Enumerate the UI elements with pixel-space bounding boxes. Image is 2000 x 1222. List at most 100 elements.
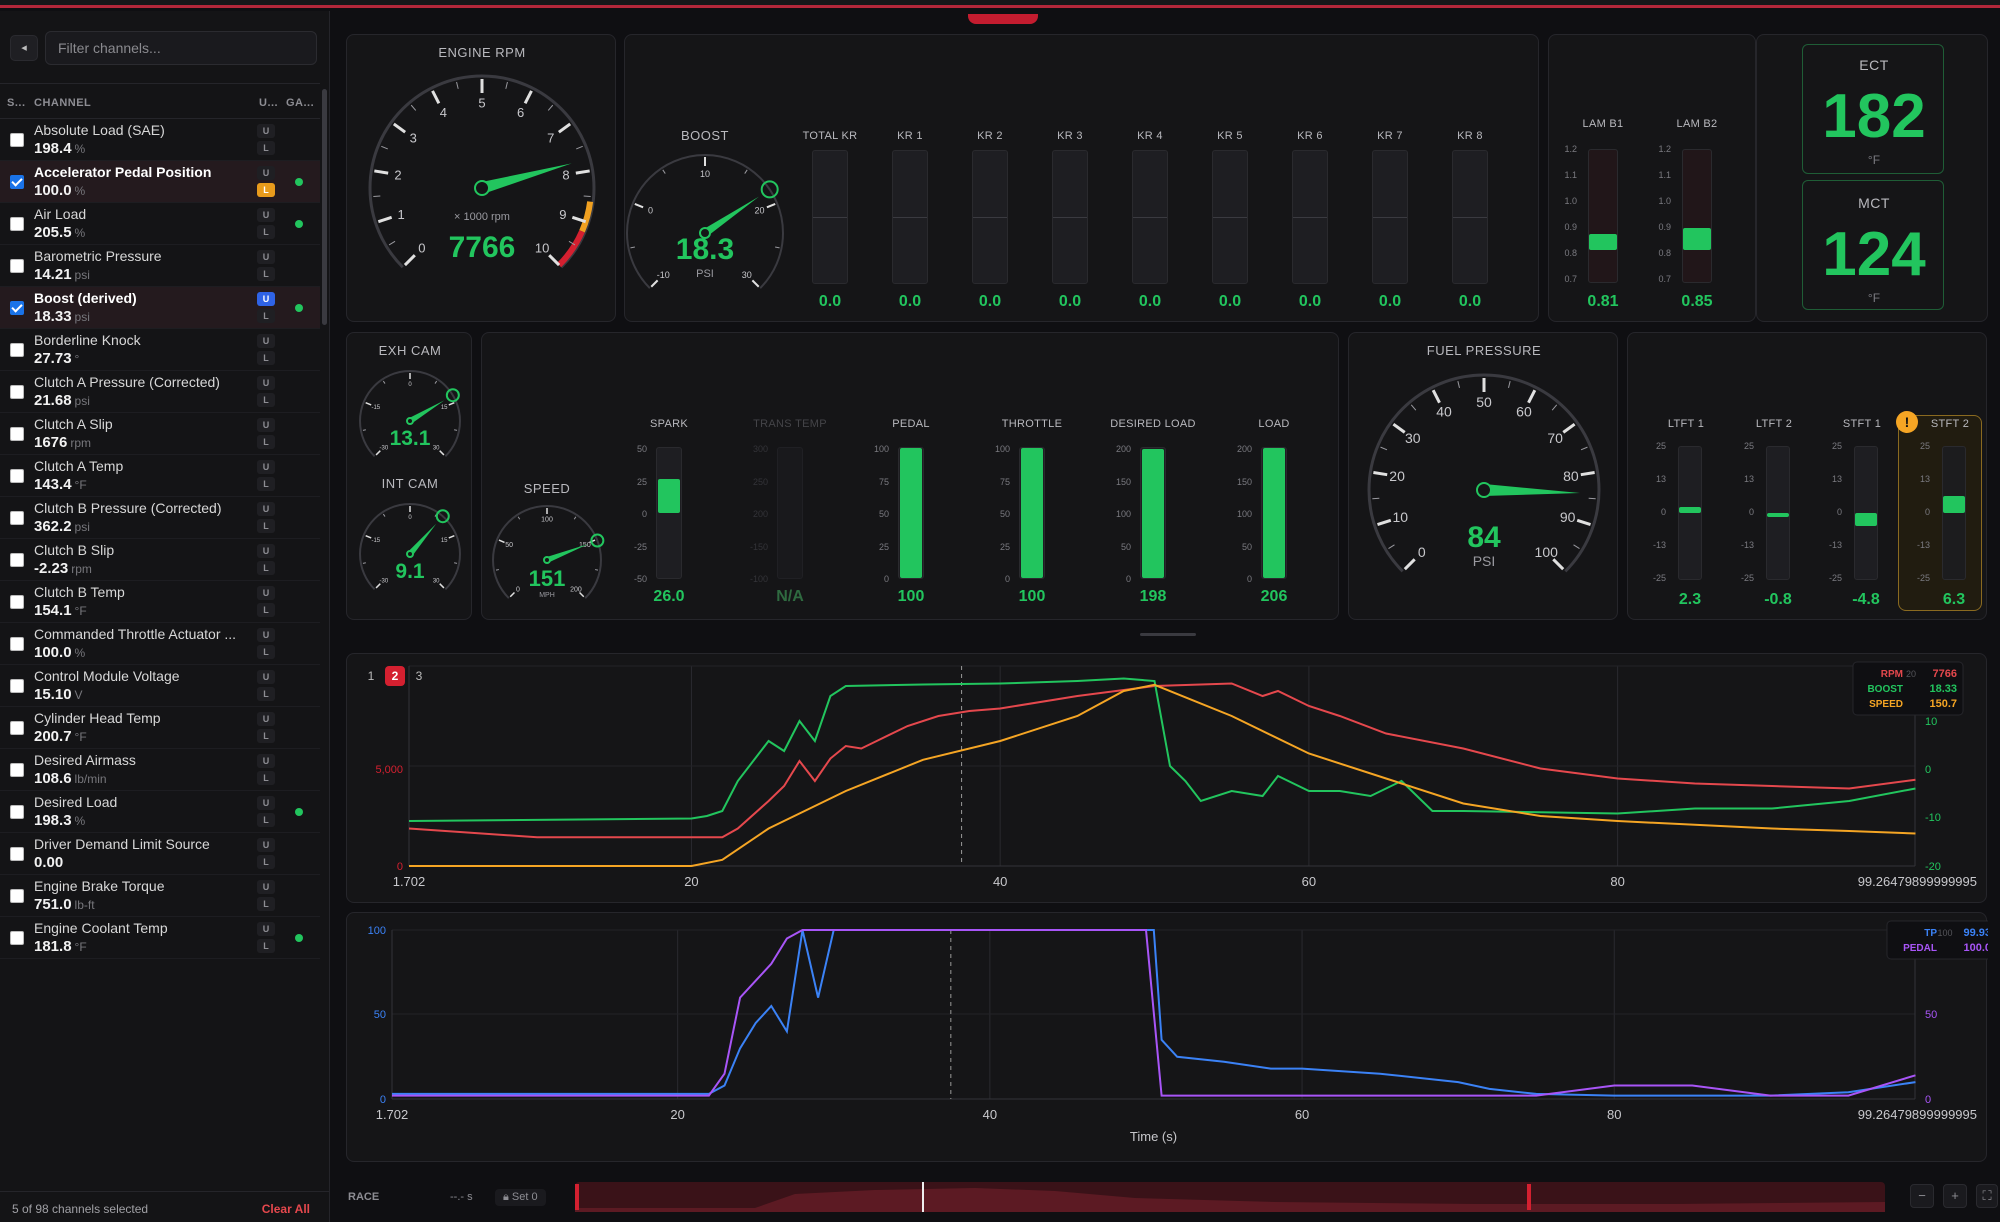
channel-checkbox[interactable] (10, 385, 24, 399)
limit-toggle[interactable]: L (257, 435, 275, 449)
channel-row[interactable]: Borderline Knock 27.73 ° U L (0, 329, 320, 371)
limit-toggle[interactable]: L (257, 561, 275, 575)
channel-checkbox[interactable] (10, 889, 24, 903)
clear-all-button[interactable]: Clear All (262, 1202, 310, 1216)
resize-handle[interactable] (1140, 633, 1196, 636)
channel-row[interactable]: Accelerator Pedal Position 100.0% U L (0, 161, 320, 203)
chevron-left-icon[interactable]: ◂ (10, 35, 38, 61)
sidebar-scrollbar[interactable] (322, 89, 327, 325)
filter-channels-input[interactable] (45, 31, 317, 65)
limit-toggle[interactable]: L (257, 603, 275, 617)
limit-toggle[interactable]: L (257, 393, 275, 407)
unit-toggle[interactable]: U (257, 376, 275, 390)
channel-checkbox[interactable] (10, 763, 24, 777)
plus-icon[interactable]: + (1943, 1184, 1967, 1208)
drawer-handle[interactable] (968, 14, 1038, 24)
channel-row[interactable]: Clutch B Temp 154.1 °F U L (0, 581, 320, 623)
channel-checkbox[interactable] (10, 427, 24, 441)
channel-checkbox[interactable] (10, 847, 24, 861)
channel-checkbox[interactable] (10, 931, 24, 945)
limit-toggle[interactable]: L (257, 477, 275, 491)
channel-row[interactable]: Desired Load 198.3% U L (0, 791, 320, 833)
channel-row[interactable]: Clutch A Pressure (Corrected) 21.68 psi U L (0, 371, 320, 413)
channel-checkbox[interactable] (10, 469, 24, 483)
channel-row[interactable]: Commanded Throttle Actuator ... 100.0% U L (0, 623, 320, 665)
limit-toggle[interactable]: L (257, 267, 275, 281)
channel-row[interactable]: Engine Brake Torque 751.0 lb-ft U L (0, 875, 320, 917)
limit-toggle[interactable]: L (257, 687, 275, 701)
channel-checkbox[interactable] (10, 805, 24, 819)
channel-row[interactable]: Control Module Voltage 15.10 V U L (0, 665, 320, 707)
unit-toggle[interactable]: U (257, 628, 275, 642)
channel-checkbox[interactable] (10, 595, 24, 609)
channel-row[interactable]: Driver Demand Limit Source 0.00 U L (0, 833, 320, 875)
limit-toggle[interactable]: L (257, 141, 275, 155)
limit-toggle[interactable]: L (257, 309, 275, 323)
header-unit[interactable]: U... (259, 97, 278, 109)
set-selector[interactable]: 🔒︎ Set 0 (495, 1189, 546, 1206)
channel-name: Clutch B Slip (34, 542, 115, 558)
header-channel[interactable]: CHANNEL (34, 97, 91, 109)
timeline-overview[interactable] (575, 1182, 1885, 1212)
unit-toggle[interactable]: U (257, 544, 275, 558)
channel-checkbox[interactable] (10, 301, 24, 315)
minus-icon[interactable]: − (1910, 1184, 1934, 1208)
unit-toggle[interactable]: U (257, 880, 275, 894)
channel-checkbox[interactable] (10, 721, 24, 735)
unit-toggle[interactable]: U (257, 334, 275, 348)
limit-toggle[interactable]: L (257, 225, 275, 239)
channel-row[interactable]: Cylinder Head Temp 200.7 °F U L (0, 707, 320, 749)
unit-toggle[interactable]: U (257, 754, 275, 768)
timeline-end-handle[interactable] (1527, 1184, 1531, 1210)
channel-checkbox[interactable] (10, 679, 24, 693)
limit-toggle[interactable]: L (257, 813, 275, 827)
unit-toggle[interactable]: U (257, 586, 275, 600)
channel-row[interactable]: Clutch A Temp 143.4 °F U L (0, 455, 320, 497)
unit-toggle[interactable]: U (257, 796, 275, 810)
limit-toggle[interactable]: L (257, 183, 275, 197)
unit-toggle[interactable]: U (257, 502, 275, 516)
unit-toggle[interactable]: U (257, 922, 275, 936)
timeline-start-handle[interactable] (575, 1184, 579, 1210)
limit-toggle[interactable]: L (257, 771, 275, 785)
channel-checkbox[interactable] (10, 175, 24, 189)
header-select[interactable]: S... (7, 97, 26, 109)
channel-row[interactable]: Boost (derived) 18.33 psi U L (0, 287, 320, 329)
unit-toggle[interactable]: U (257, 838, 275, 852)
limit-toggle[interactable]: L (257, 855, 275, 869)
limit-toggle[interactable]: L (257, 939, 275, 953)
unit-toggle[interactable]: U (257, 208, 275, 222)
channel-checkbox[interactable] (10, 637, 24, 651)
unit-toggle[interactable]: U (257, 670, 275, 684)
channel-checkbox[interactable] (10, 511, 24, 525)
limit-toggle[interactable]: L (257, 729, 275, 743)
fullscreen-icon[interactable]: ⛶ (1976, 1184, 1998, 1208)
limit-toggle[interactable]: L (257, 519, 275, 533)
unit-toggle[interactable]: U (257, 250, 275, 264)
unit-toggle[interactable]: U (257, 124, 275, 138)
channel-row[interactable]: Air Load 205.5% U L (0, 203, 320, 245)
limit-toggle[interactable]: L (257, 897, 275, 911)
channel-checkbox[interactable] (10, 343, 24, 357)
vbar-tick: 150 (1236, 476, 1252, 487)
header-gauge[interactable]: GA... (286, 97, 314, 109)
channel-row[interactable]: Clutch A Slip 1676 rpm U L (0, 413, 320, 455)
unit-toggle[interactable]: U (257, 460, 275, 474)
channel-checkbox[interactable] (10, 217, 24, 231)
channel-value: 27.73 ° (34, 350, 79, 367)
limit-toggle[interactable]: L (257, 351, 275, 365)
channel-checkbox[interactable] (10, 133, 24, 147)
limit-toggle[interactable]: L (257, 645, 275, 659)
channel-checkbox[interactable] (10, 259, 24, 273)
unit-toggle[interactable]: U (257, 712, 275, 726)
channel-row[interactable]: Barometric Pressure 14.21 psi U L (0, 245, 320, 287)
channel-row[interactable]: Desired Airmass 108.6 lb/min U L (0, 749, 320, 791)
channel-checkbox[interactable] (10, 553, 24, 567)
unit-toggle[interactable]: U (257, 292, 275, 306)
channel-row[interactable]: Engine Coolant Temp 181.8 °F U L (0, 917, 320, 959)
channel-row[interactable]: Absolute Load (SAE) 198.4% U L (0, 119, 320, 161)
channel-row[interactable]: Clutch B Pressure (Corrected) 362.2 psi U L (0, 497, 320, 539)
unit-toggle[interactable]: U (257, 166, 275, 180)
unit-toggle[interactable]: U (257, 418, 275, 432)
channel-row[interactable]: Clutch B Slip -2.23 rpm U L (0, 539, 320, 581)
